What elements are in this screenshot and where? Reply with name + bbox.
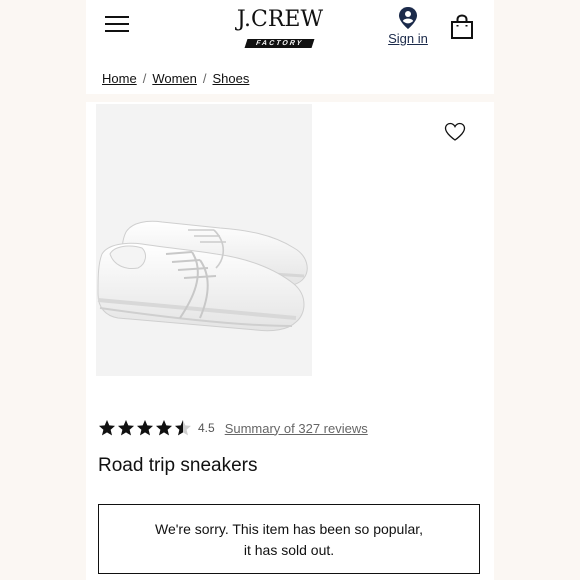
breadcrumb: Home / Women / Shoes bbox=[102, 71, 249, 86]
star-rating bbox=[98, 419, 193, 437]
breadcrumb-women[interactable]: Women bbox=[152, 71, 197, 86]
sold-out-line-2: it has sold out. bbox=[243, 542, 335, 558]
product-rating: 4.5 Summary of 327 reviews bbox=[98, 418, 368, 438]
breadcrumb-separator: / bbox=[142, 71, 147, 86]
star-icon bbox=[99, 420, 115, 436]
hamburger-menu-icon[interactable] bbox=[105, 16, 129, 36]
logo-factory-badge: FACTORY bbox=[245, 39, 315, 48]
shopping-bag-icon[interactable] bbox=[450, 14, 474, 40]
sold-out-line-1: We're sorry. This item has been so popul… bbox=[154, 521, 424, 537]
breadcrumb-separator: / bbox=[202, 71, 207, 86]
header-divider bbox=[86, 94, 494, 102]
sign-in-label: Sign in bbox=[388, 31, 428, 46]
star-icon bbox=[156, 420, 172, 436]
breadcrumb-shoes[interactable]: Shoes bbox=[213, 71, 250, 86]
sign-in-button[interactable]: Sign in bbox=[382, 6, 434, 46]
heart-icon[interactable] bbox=[444, 122, 466, 142]
star-icon bbox=[137, 420, 153, 436]
sold-out-notice: We're sorry. This item has been so popul… bbox=[98, 504, 480, 574]
logo-wordmark: J.CREW bbox=[236, 7, 324, 32]
site-header: J.CREW FACTORY Sign in bbox=[86, 0, 494, 66]
location-pin-icon bbox=[399, 7, 417, 29]
star-icon bbox=[118, 420, 134, 436]
rating-value: 4.5 bbox=[198, 421, 215, 435]
reviews-summary-link[interactable]: Summary of 327 reviews bbox=[225, 421, 368, 436]
product-title: Road trip sneakers bbox=[98, 455, 258, 476]
page: J.CREW FACTORY Sign in Home / Women / Shoes bbox=[86, 0, 494, 580]
star-icon bbox=[175, 420, 191, 436]
breadcrumb-home[interactable]: Home bbox=[102, 71, 137, 86]
sneakers-illustration bbox=[97, 220, 308, 332]
brand-logo[interactable]: J.CREW FACTORY bbox=[228, 8, 332, 50]
product-image[interactable] bbox=[96, 104, 312, 376]
